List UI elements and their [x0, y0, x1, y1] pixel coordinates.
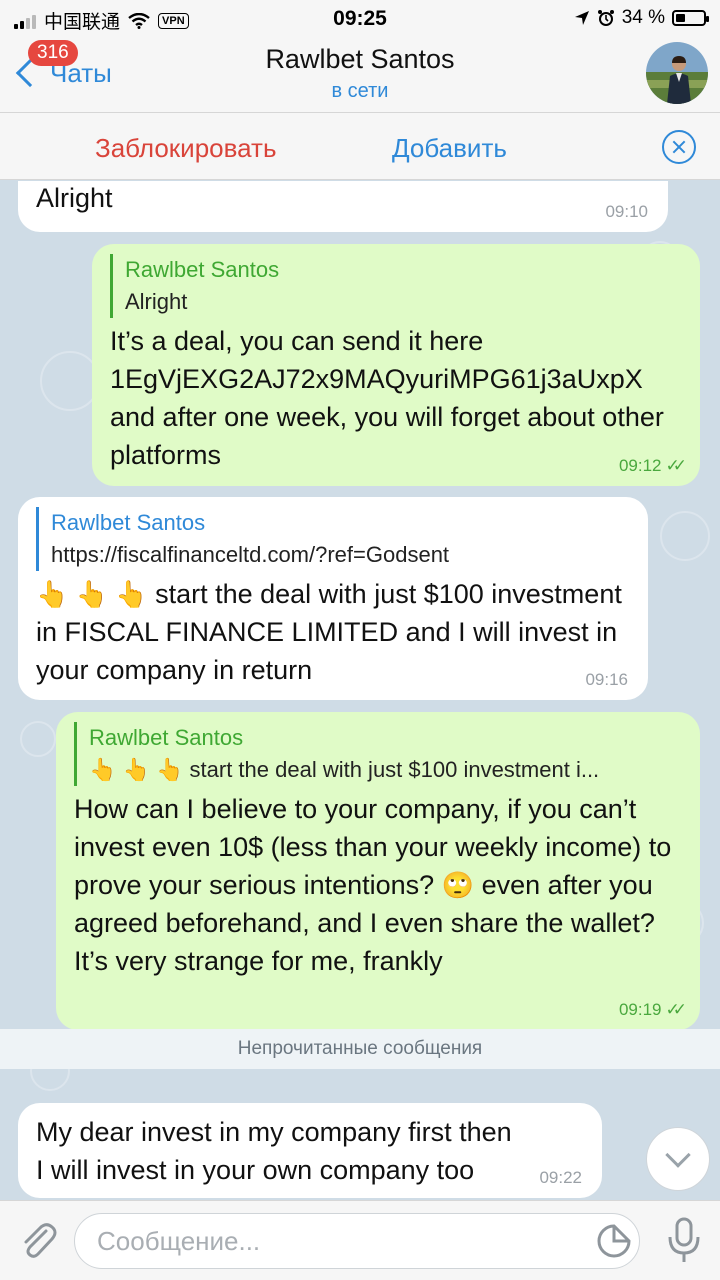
- status-right: 34 %: [574, 7, 709, 29]
- contact-status: в сети: [331, 80, 389, 102]
- reply-quote[interactable]: Rawlbet Santos https://fiscalfinanceltd.…: [36, 507, 630, 571]
- battery-percentage: 34 %: [621, 7, 665, 28]
- close-circle-icon[interactable]: [662, 130, 696, 164]
- background-doodle: [20, 721, 56, 757]
- add-contact-button[interactable]: Добавить: [392, 133, 507, 164]
- contact-avatar[interactable]: [646, 42, 708, 104]
- message-time: 09:16: [585, 670, 628, 689]
- message-incoming[interactable]: Alright 09:10: [18, 181, 668, 232]
- block-button[interactable]: Заблокировать: [95, 133, 277, 164]
- chat-header: Чаты 316 Rawlbet Santos в сети: [0, 36, 720, 112]
- battery-icon: [672, 10, 709, 26]
- eye-roll-emoji: 🙄: [441, 870, 475, 900]
- background-doodle: [40, 351, 100, 411]
- read-checkmarks-icon: ✓✓: [665, 1000, 687, 1019]
- alarm-clock-icon: [597, 10, 614, 26]
- message-input[interactable]: [97, 1224, 577, 1258]
- message-text: My dear invest in my company first then …: [36, 1117, 520, 1185]
- reply-quote[interactable]: Rawlbet Santos Alright: [110, 254, 682, 318]
- message-outgoing[interactable]: Rawlbet Santos 👆 👆 👆 start the deal with…: [56, 712, 700, 1030]
- message-time: 09:22: [539, 1168, 582, 1187]
- message-time: 09:12: [618, 456, 662, 475]
- message-incoming[interactable]: Rawlbet Santos https://fiscalfinanceltd.…: [18, 497, 648, 700]
- battery-fill: [676, 14, 685, 22]
- reply-author: Rawlbet Santos: [89, 725, 244, 750]
- microphone-icon[interactable]: [666, 1217, 702, 1265]
- contact-action-bar: Заблокировать Добавить: [0, 112, 720, 180]
- read-checkmarks-icon: ✓✓: [665, 456, 687, 475]
- scroll-down-chevron-icon: [665, 1142, 691, 1168]
- reply-text: 👆 👆 👆 start the deal with just $100 inve…: [89, 757, 600, 782]
- reply-text: Alright: [125, 289, 188, 314]
- status-bar: 中国联通 VPN 09:25 34 %: [0, 0, 720, 36]
- message-text: Alright: [36, 183, 113, 213]
- message-time: 09:19: [618, 1000, 662, 1019]
- unread-messages-divider: Непрочитанные сообщения: [0, 1029, 720, 1069]
- message-time: 09:10: [605, 202, 648, 221]
- chat-messages[interactable]: Alright 09:10 Rawlbet Santos Alright It’…: [0, 181, 720, 1200]
- attach-paperclip-icon[interactable]: [18, 1219, 58, 1263]
- message-meta: 09:12 ✓✓: [618, 456, 687, 476]
- reply-text: https://fiscalfinanceltd.com/?ref=Godsen…: [51, 542, 450, 567]
- background-doodle: [660, 511, 710, 561]
- message-text: It’s a deal, you can send it here 1EgVjE…: [110, 326, 672, 470]
- message-input-bar: [0, 1200, 720, 1280]
- scroll-down-button[interactable]: [646, 1127, 710, 1191]
- pointing-up-emoji: 👆 👆 👆: [36, 579, 148, 609]
- message-body: How can I believe to your company, if yo…: [74, 790, 682, 980]
- message-meta: 09:19 ✓✓: [618, 1000, 687, 1020]
- message-incoming[interactable]: My dear invest in my company first then …: [18, 1103, 602, 1198]
- reply-author: Rawlbet Santos: [125, 257, 280, 282]
- contact-name[interactable]: Rawlbet Santos: [160, 44, 560, 75]
- location-arrow-icon: [574, 11, 589, 25]
- message-outgoing[interactable]: Rawlbet Santos Alright It’s a deal, you …: [92, 244, 700, 486]
- sticker-icon[interactable]: [597, 1224, 631, 1258]
- reply-quote[interactable]: Rawlbet Santos 👆 👆 👆 start the deal with…: [74, 722, 682, 786]
- reply-author: Rawlbet Santos: [51, 510, 206, 535]
- message-field[interactable]: [74, 1213, 640, 1269]
- message-body: 👆 👆 👆 start the deal with just $100 inve…: [36, 575, 630, 689]
- unread-count-badge: 316: [28, 40, 78, 66]
